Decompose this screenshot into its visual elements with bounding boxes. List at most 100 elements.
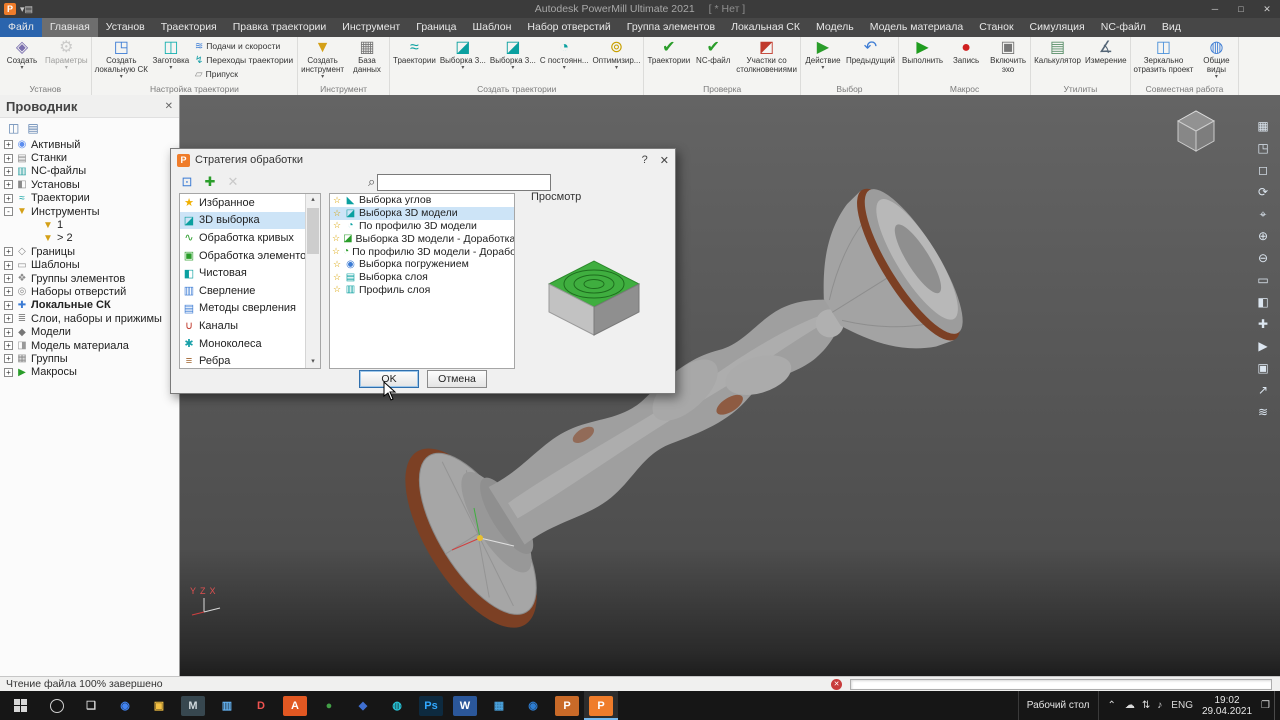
viewport-tool-icon[interactable]: ◧ xyxy=(1254,293,1272,311)
category-item[interactable]: ★ Избранное xyxy=(180,194,320,212)
taskbar-app-icon[interactable]: ◉ xyxy=(516,691,550,720)
tree-item[interactable]: + ◧ Установы xyxy=(0,178,179,191)
taskbar-app-icon[interactable]: ▣ xyxy=(142,691,176,720)
window-control-button[interactable]: ✕ xyxy=(1254,0,1280,18)
viewport-tool-icon[interactable]: ⟳ xyxy=(1254,183,1272,201)
taskbar-app-icon[interactable]: ❏ xyxy=(74,691,108,720)
tree-item[interactable]: + ≈ Траектории xyxy=(0,192,179,205)
ribbon-small-button[interactable]: ▱ Припуск xyxy=(192,67,296,81)
viewport-tool-icon[interactable]: ⊕ xyxy=(1254,227,1272,245)
dialog-toolbar-icon[interactable]: ✕ xyxy=(223,173,243,191)
viewport-tool-icon[interactable]: ⊖ xyxy=(1254,249,1272,267)
tree-expander-icon[interactable]: + xyxy=(4,341,13,350)
ribbon-button[interactable]: ✔ Траектории xyxy=(645,37,692,83)
dialog-toolbar-icon[interactable]: ⊡ xyxy=(177,173,197,191)
viewport-tool-icon[interactable]: ✚ xyxy=(1254,315,1272,333)
tree-expander-icon[interactable]: + xyxy=(4,314,13,323)
dialog-close-button[interactable]: ✕ xyxy=(660,154,669,167)
taskbar-app-icon[interactable]: A xyxy=(278,691,312,720)
strategy-item[interactable]: ☆ ◔ По профилю 3D модели - Дорабо... xyxy=(330,245,514,258)
ribbon-button[interactable]: ◩ Участки со столкновениями xyxy=(734,37,799,83)
tree-expander-icon[interactable]: + xyxy=(4,194,13,203)
taskbar-search-button[interactable] xyxy=(40,691,74,720)
category-item[interactable]: ◧ Чистовая xyxy=(180,264,320,282)
start-button[interactable] xyxy=(0,691,40,720)
taskbar-app-icon[interactable]: ◆ xyxy=(346,691,380,720)
ribbon-tab[interactable]: Вид xyxy=(1154,18,1189,37)
explorer-tool-icon[interactable]: ◫ xyxy=(8,121,19,135)
tree-expander-icon[interactable]: + xyxy=(4,154,13,163)
tree-item[interactable]: - ▼ Инструменты xyxy=(0,205,179,218)
tree-expander-icon[interactable]: + xyxy=(4,328,13,337)
ribbon-button[interactable]: ◔ С постоянн...▾ xyxy=(538,37,591,83)
tree-item[interactable]: + ▥ NC-файлы xyxy=(0,165,179,178)
strategy-item[interactable]: ☆ ◪ Выборка 3D модели xyxy=(330,207,514,220)
tree-expander-icon[interactable]: + xyxy=(4,301,13,310)
tray-icon[interactable]: ⇅ xyxy=(1142,700,1150,711)
taskbar-app-icon[interactable]: ● xyxy=(312,691,346,720)
tree-expander-icon[interactable]: + xyxy=(4,167,13,176)
strategy-item[interactable]: ☆ ◪ Выборка 3D модели - Доработка xyxy=(330,232,514,245)
ribbon-button[interactable]: ● Запись xyxy=(945,37,987,83)
ribbon-tab[interactable]: Главная xyxy=(42,18,98,37)
strategy-search-input[interactable] xyxy=(377,174,551,191)
taskbar-app-icon[interactable]: W xyxy=(448,691,482,720)
ribbon-button[interactable]: ▤ Калькулятор xyxy=(1032,37,1083,83)
strategy-item[interactable]: ☆ ◣ Выборка углов xyxy=(330,194,514,207)
show-desktop-button[interactable] xyxy=(1274,691,1280,720)
error-icon[interactable]: ✕ xyxy=(831,679,842,690)
tree-expander-icon[interactable]: + xyxy=(4,287,13,296)
taskbar-app-icon[interactable]: Ps xyxy=(414,691,448,720)
taskbar-app-icon[interactable]: ◉ xyxy=(108,691,142,720)
ribbon-button[interactable]: ◫ Заготовка▾ xyxy=(150,37,192,83)
ribbon-button[interactable]: ◳ Создать локальную СК▾ xyxy=(93,37,150,83)
ribbon-button[interactable]: ◍ Общие виды▾ xyxy=(1195,37,1237,83)
ribbon-tab[interactable]: Траектория xyxy=(153,18,225,37)
ribbon-small-button[interactable]: ≋ Подачи и скорости xyxy=(192,39,296,53)
category-item[interactable]: ∿ Обработка кривых xyxy=(180,229,320,247)
taskbar-app-icon[interactable]: P xyxy=(550,691,584,720)
scrollbar[interactable]: ▴ ▾ xyxy=(305,194,320,368)
viewport-tool-icon[interactable]: ◻ xyxy=(1254,161,1272,179)
favorite-star-icon[interactable]: ☆ xyxy=(332,208,342,219)
ribbon-tab[interactable]: Шаблон xyxy=(465,18,520,37)
viewport-tool-icon[interactable]: ⌖ xyxy=(1254,205,1272,223)
taskbar-app-icon[interactable]: ◍ xyxy=(380,691,414,720)
category-item[interactable]: ∪ Каналы xyxy=(180,317,320,335)
ribbon-tab[interactable]: Группа элементов xyxy=(619,18,723,37)
language-indicator[interactable]: ENG xyxy=(1171,700,1193,711)
tree-item[interactable]: + ✚ Локальные СК xyxy=(0,299,179,312)
tree-item[interactable]: + ◎ Наборы отверстий xyxy=(0,285,179,298)
strategy-item[interactable]: ☆ ▤ Выборка слоя xyxy=(330,271,514,284)
favorite-star-icon[interactable]: ☆ xyxy=(332,195,342,206)
ribbon-button[interactable]: ▦ База данных xyxy=(346,37,388,83)
category-item[interactable]: ≡ Ребра xyxy=(180,352,320,369)
viewport-tool-icon[interactable]: ▣ xyxy=(1254,359,1272,377)
ribbon-tab[interactable]: Модель материала xyxy=(862,18,971,37)
tree-expander-icon[interactable]: - xyxy=(4,207,13,216)
tray-icon[interactable]: ☁ xyxy=(1125,700,1135,711)
ribbon-button[interactable]: ◫ Зеркально отразить проект xyxy=(1132,37,1196,83)
clock[interactable]: 19:02 29.04.2021 xyxy=(1202,695,1252,717)
window-control-button[interactable]: ─ xyxy=(1202,0,1228,18)
scroll-down-icon[interactable]: ▾ xyxy=(306,356,320,368)
tree-expander-icon[interactable]: + xyxy=(4,368,13,377)
explorer-tool-icon[interactable]: ▤ xyxy=(27,121,38,135)
ribbon-tab[interactable]: Файл xyxy=(0,18,42,37)
strategy-item[interactable]: ☆ ◔ По профилю 3D модели xyxy=(330,220,514,233)
ribbon-button[interactable]: ◪ Выборка 3...▾ xyxy=(488,37,538,83)
favorite-star-icon[interactable]: ☆ xyxy=(332,284,342,295)
dialog-toolbar-icon[interactable]: ✚ xyxy=(200,173,220,191)
category-item[interactable]: ▥ Сверление xyxy=(180,282,320,300)
tree-item[interactable]: + ◆ Модели xyxy=(0,325,179,338)
tree-item[interactable]: + ▦ Группы xyxy=(0,352,179,365)
ribbon-button[interactable]: ▶ Выполнить xyxy=(900,37,945,83)
viewport-tool-icon[interactable]: ▶ xyxy=(1254,337,1272,355)
scroll-up-icon[interactable]: ▴ xyxy=(306,194,320,206)
ribbon-tab[interactable]: Набор отверстий xyxy=(519,18,618,37)
favorite-star-icon[interactable]: ☆ xyxy=(332,233,340,244)
tree-expander-icon[interactable]: + xyxy=(4,261,13,270)
ribbon-tab[interactable]: Станок xyxy=(971,18,1021,37)
category-item[interactable]: ✱ Моноколеса xyxy=(180,335,320,353)
ribbon-button[interactable]: ≈ Траектории xyxy=(391,37,438,83)
